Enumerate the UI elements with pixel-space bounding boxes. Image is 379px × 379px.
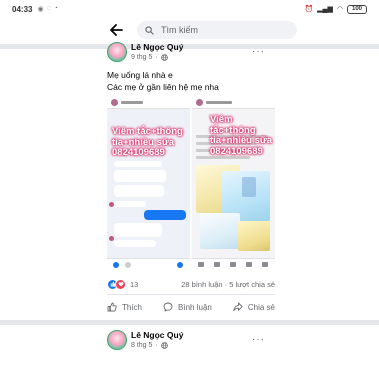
chat-avatar-graphic — [111, 99, 118, 106]
comments-shares-count[interactable]: 28 bình luận · 5 lượt chia sẻ — [181, 280, 275, 289]
more-options-icon[interactable]: ··· — [252, 46, 265, 57]
battery-indicator: 100 — [347, 4, 367, 14]
post-actions: Thích Bình luận Chia sẻ — [107, 298, 275, 316]
photo-name-graphic — [206, 101, 232, 104]
chat-input-graphic — [107, 258, 190, 270]
post-time-text[interactable]: 8 thg 5 — [131, 342, 152, 349]
alarm-icon: ⏰ — [304, 6, 314, 13]
chat-avatar-graphic — [109, 236, 114, 241]
overlay-line: 0824109689 — [210, 145, 263, 157]
reactions-row: 13 28 bình luận · 5 lượt chia sẻ — [107, 277, 275, 291]
thumbs-up-icon — [107, 302, 117, 312]
image-overlay-text: Viêm tắc+thông tia+nhiều sữa 0824109689 — [210, 114, 275, 157]
chat-avatar-graphic — [109, 202, 114, 207]
facebook-search-screen: 04:33 ◉ ◌ ◔ ⏰ ▂▄▆ ◠ 100 Tìm kiếm Lê Ngọc… — [0, 0, 379, 379]
separator-dot: · — [155, 54, 158, 61]
chat-bubble-graphic — [114, 223, 162, 237]
reaction-count[interactable]: 13 — [130, 280, 138, 289]
comment-button[interactable]: Bình luận — [163, 302, 212, 312]
more-options-icon[interactable]: ··· — [252, 334, 265, 345]
photo-header-graphic — [192, 97, 275, 109]
separator-dot: · — [155, 342, 158, 349]
share-button[interactable]: Chia sẻ — [233, 302, 275, 312]
comment-icon — [163, 302, 173, 312]
love-reaction-icon[interactable] — [115, 278, 126, 290]
status-bar: 04:33 ◉ ◌ ◔ ⏰ ▂▄▆ ◠ 100 — [0, 0, 379, 18]
like-button[interactable]: Thích — [107, 302, 142, 312]
photo-avatar-graphic — [196, 99, 203, 106]
overlay-line: tia+nhiều sữa — [210, 135, 273, 146]
chat-bubble-graphic — [144, 210, 186, 220]
author-name[interactable]: Lê Ngọc Quý — [131, 42, 183, 52]
post-images: Viêm tắc+thông tia+nhiều sữa 0824109689 — [107, 97, 275, 270]
product-bag-graphic — [238, 221, 270, 251]
messenger-icon: ◉ — [37, 6, 44, 13]
post-image-chat-screenshot[interactable]: Viêm tắc+thông tia+nhiều sữa 0824109689 — [107, 97, 190, 270]
signal-icon: ▂▄▆ — [317, 6, 333, 13]
globe-icon — [160, 342, 168, 349]
post-time: 9 thg 5 · — [131, 54, 183, 61]
photo-nav-graphic — [192, 258, 275, 270]
search-placeholder: Tìm kiếm — [161, 25, 198, 35]
post-time: 8 thg 5 · — [131, 342, 183, 349]
author-avatar[interactable] — [107, 42, 127, 62]
chat-bubble-graphic — [114, 161, 162, 167]
post-meta: Lê Ngọc Quý 8 thg 5 · — [131, 330, 183, 349]
product-label-graphic — [242, 177, 256, 197]
status-time: 04:33 — [12, 4, 33, 14]
post-text: Mẹ uống lá nhà e Các mẹ ở gần liên hệ mẹ… — [107, 69, 219, 93]
author-name[interactable]: Lê Ngọc Quý — [131, 330, 183, 340]
post-header: Lê Ngọc Quý 9 thg 5 · ··· — [0, 37, 379, 67]
chat-bubble-graphic — [114, 170, 166, 182]
chat-bubble-graphic — [114, 201, 146, 207]
globe-icon — [160, 54, 168, 61]
chat-icon: ◌ — [46, 5, 51, 12]
post-meta: Lê Ngọc Quý 9 thg 5 · — [131, 42, 183, 61]
post-header: Lê Ngọc Quý 8 thg 5 · ··· — [0, 325, 379, 355]
post-text-line: Các mẹ ở gần liên hệ mẹ nha — [107, 82, 219, 92]
status-right: ⏰ ▂▄▆ ◠ 100 — [304, 4, 367, 14]
overlay-line: Viêm tắc+thông — [210, 114, 256, 136]
action-divider — [107, 294, 275, 295]
post-image-product-photo[interactable]: Viêm tắc+thông tia+nhiều sữa 0824109689 — [192, 97, 275, 270]
notification-icons: ◉ ◌ ◔ — [37, 5, 58, 13]
author-avatar[interactable] — [107, 330, 127, 350]
wifi-icon: ◔ — [53, 5, 58, 12]
post-text-line: Mẹ uống lá nhà e — [107, 70, 173, 80]
chat-bubble-graphic — [114, 185, 164, 197]
wifi-signal-icon: ◠ — [336, 6, 343, 13]
chat-header-graphic — [107, 97, 190, 109]
share-label: Chia sẻ — [247, 302, 275, 312]
like-label: Thích — [122, 302, 143, 312]
post-time-text[interactable]: 9 thg 5 — [131, 54, 152, 61]
overlay-line: Viêm tắc+thông — [112, 126, 183, 137]
chat-name-graphic — [121, 101, 143, 104]
share-icon — [233, 302, 243, 312]
product-bag-graphic — [200, 213, 240, 249]
search-icon — [145, 25, 154, 35]
overlay-line: 0824109689 — [112, 147, 165, 158]
chat-bubble-graphic — [114, 240, 156, 247]
image-overlay-text: Viêm tắc+thông tia+nhiều sữa 0824109689 — [112, 126, 183, 159]
comment-label: Bình luận — [178, 302, 212, 312]
